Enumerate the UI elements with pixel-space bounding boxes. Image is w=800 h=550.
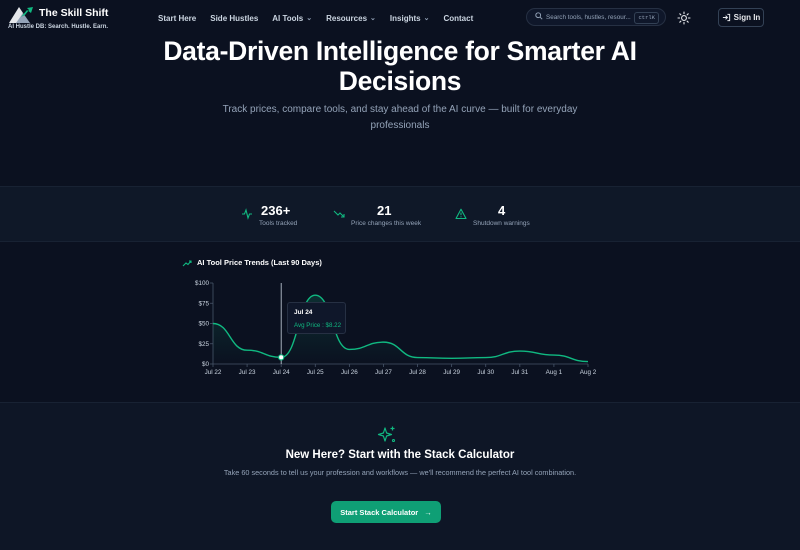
data-point[interactable] <box>416 356 420 360</box>
data-point[interactable] <box>347 347 351 351</box>
cta-title: New Here? Start with the Stack Calculato… <box>285 449 515 461</box>
y-tick-label: $0 <box>202 361 210 368</box>
x-tick-label: Jul 22 <box>205 369 222 376</box>
data-point[interactable] <box>484 356 488 360</box>
data-point[interactable] <box>552 353 556 357</box>
price-trend-chart[interactable]: $0 $25 $50 $75 $100 Jul 22 Jul 23 Jul 24 Jul 25… <box>0 0 800 402</box>
data-point[interactable] <box>381 340 385 344</box>
tooltip-value: Avg Price : $8.22 <box>294 322 342 329</box>
x-tick-label: Jul 25 <box>307 369 324 376</box>
cta-subtitle: Take 60 seconds to tell us your professi… <box>223 468 577 477</box>
data-point[interactable] <box>279 355 283 359</box>
x-tick-label: Aug 2 <box>580 369 597 376</box>
y-tick-label: $50 <box>198 321 209 328</box>
x-tick-label: Jul 26 <box>341 369 358 376</box>
data-point[interactable] <box>586 360 590 364</box>
y-tick-label: $75 <box>198 300 209 307</box>
y-tick-label: $25 <box>198 341 209 348</box>
data-point[interactable] <box>211 322 215 326</box>
arrow-right-icon: → <box>424 507 432 517</box>
x-tick-label: Jul 23 <box>239 369 256 376</box>
sparkles-icon <box>377 426 396 443</box>
chart-tooltip: Jul 24 Avg Price : $8.22 <box>287 302 346 334</box>
x-tick-label: Jul 29 <box>443 369 460 376</box>
x-tick-label: Jul 30 <box>477 369 494 376</box>
x-tick-label: Jul 27 <box>375 369 392 376</box>
data-point[interactable] <box>313 293 317 297</box>
x-tick-label: Jul 24 <box>273 369 290 376</box>
data-point[interactable] <box>245 348 249 352</box>
series-area <box>213 295 588 364</box>
tooltip-date: Jul 24 <box>294 309 313 316</box>
start-stack-calculator-button[interactable]: Start Stack Calculator → <box>331 501 441 523</box>
x-tick-label: Jul 28 <box>409 369 426 376</box>
x-tick-label: Aug 1 <box>546 369 563 376</box>
data-point[interactable] <box>450 356 454 360</box>
y-tick-label: $100 <box>195 280 210 287</box>
cta-button-label: Start Stack Calculator <box>340 507 419 517</box>
data-point[interactable] <box>518 349 522 353</box>
x-tick-label: Jul 31 <box>511 369 528 376</box>
